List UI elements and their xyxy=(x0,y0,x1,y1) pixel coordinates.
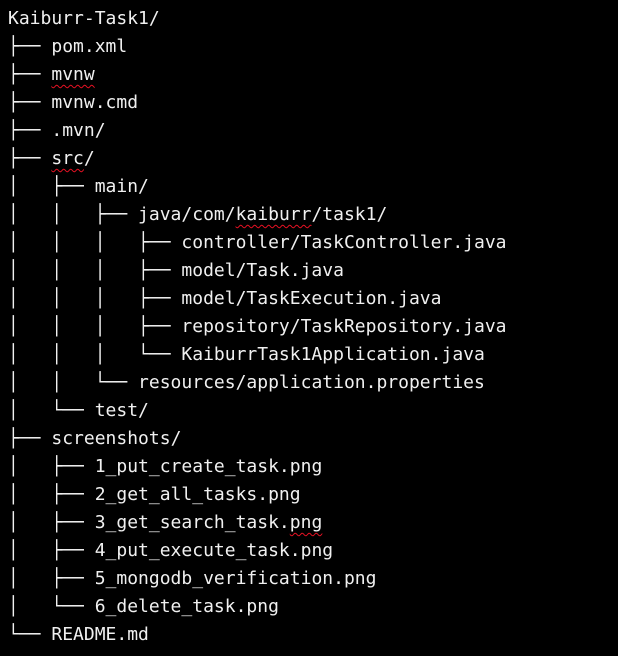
tree-line: │ │ ├── java/com/kaiburr/task1/ xyxy=(8,201,387,229)
tree-line: ├── mvnw.cmd xyxy=(8,89,138,117)
tree-branch-glyphs: │ └── xyxy=(8,400,95,421)
tree-branch-glyphs: ├── xyxy=(8,148,52,169)
tree-branch-glyphs: │ │ │ ├── xyxy=(8,232,182,253)
tree-entry-name: resources/application.properties xyxy=(138,372,485,393)
tree-branch-glyphs: ├── xyxy=(8,428,52,449)
tree-branch-glyphs: │ ├── xyxy=(8,540,95,561)
tree-branch-glyphs: │ │ └── xyxy=(8,372,139,393)
tree-line: ├── mvnw xyxy=(8,61,95,89)
tree-line: │ ├── main/ xyxy=(8,173,149,201)
tree-branch-glyphs: ├── xyxy=(8,36,52,57)
tree-line: │ ├── 1_put_create_task.png xyxy=(8,453,322,481)
tree-branch-glyphs: │ ├── xyxy=(8,512,95,533)
tree-line: │ │ │ ├── model/Task.java xyxy=(8,257,344,285)
tree-branch-glyphs: │ ├── xyxy=(8,456,95,477)
spellcheck-flagged-text: src xyxy=(51,148,84,169)
tree-entry-name: KaiburrTask1Application.java xyxy=(181,344,485,365)
tree-entry-name: 1_put_create_task.png xyxy=(94,456,323,477)
tree-line: │ │ │ ├── model/TaskExecution.java xyxy=(8,285,441,313)
tree-line: ├── pom.xml xyxy=(8,33,127,61)
tree-entry-name: 2_get_all_tasks.png xyxy=(94,484,301,505)
tree-branch-glyphs: │ ├── xyxy=(8,568,95,589)
spellcheck-flagged-text: mvnw xyxy=(51,64,95,85)
tree-line: ├── screenshots/ xyxy=(8,425,181,453)
tree-branch-glyphs: │ ├── xyxy=(8,176,95,197)
tree-branch-glyphs: │ │ │ ├── xyxy=(8,288,182,309)
tree-entry-name: 5_mongodb_verification.png xyxy=(94,568,377,589)
tree-line: │ ├── 4_put_execute_task.png xyxy=(8,537,333,565)
tree-branch-glyphs: │ ├── xyxy=(8,484,95,505)
tree-line: ├── .mvn/ xyxy=(8,117,106,145)
tree-entry-name: controller/TaskController.java xyxy=(181,232,507,253)
tree-branch-glyphs: │ └── xyxy=(8,596,95,617)
tree-line: Kaiburr-Task1/ xyxy=(8,5,160,33)
tree-branch-glyphs: │ │ │ ├── xyxy=(8,260,182,281)
tree-entry-name: /task1/ xyxy=(311,204,388,225)
tree-entry-name: screenshots/ xyxy=(51,428,182,449)
tree-entry-name: pom.xml xyxy=(51,36,128,57)
tree-line: ├── src/ xyxy=(8,145,95,173)
tree-entry-name: java/com/ xyxy=(138,204,236,225)
spellcheck-flagged-text: png xyxy=(289,512,323,533)
tree-entry-name: model/TaskExecution.java xyxy=(181,288,442,309)
tree-line: │ │ │ ├── controller/TaskController.java xyxy=(8,229,507,257)
tree-line: │ │ └── resources/application.properties xyxy=(8,369,485,397)
tree-entry-name: .mvn/ xyxy=(51,120,106,141)
tree-line: │ │ │ └── KaiburrTask1Application.java xyxy=(8,341,485,369)
tree-entry-name: repository/TaskRepository.java xyxy=(181,316,507,337)
tree-branch-glyphs: │ │ │ └── xyxy=(8,344,182,365)
tree-line: │ │ │ ├── repository/TaskRepository.java xyxy=(8,313,507,341)
tree-branch-glyphs: ├── xyxy=(8,92,52,113)
tree-entry-name: 4_put_execute_task.png xyxy=(94,540,334,561)
file-tree: Kaiburr-Task1/├── pom.xml ├── mvnw ├── mvn… xyxy=(0,0,618,656)
tree-entry-name: test/ xyxy=(94,400,149,421)
tree-branch-glyphs: │ │ │ ├── xyxy=(8,316,182,337)
tree-entry-name: mvnw.cmd xyxy=(51,92,139,113)
tree-branch-glyphs: ├── xyxy=(8,64,52,85)
tree-line: │ └── test/ xyxy=(8,397,149,425)
tree-line: └── README.md xyxy=(8,621,149,649)
tree-entry-name: README.md xyxy=(51,624,149,645)
tree-line: │ ├── 5_mongodb_verification.png xyxy=(8,565,376,593)
tree-line: │ ├── 3_get_search_task.png xyxy=(8,509,322,537)
tree-entry-name: main/ xyxy=(94,176,149,197)
tree-entry-name: 3_get_search_task. xyxy=(94,512,290,533)
tree-branch-glyphs: │ │ ├── xyxy=(8,204,139,225)
tree-line: │ ├── 2_get_all_tasks.png xyxy=(8,481,301,509)
tree-line: │ └── 6_delete_task.png xyxy=(8,593,279,621)
spellcheck-flagged-text: kaiburr xyxy=(235,204,312,225)
tree-branch-glyphs: └── xyxy=(8,624,52,645)
tree-entry-name: Kaiburr-Task1/ xyxy=(8,8,160,29)
tree-entry-name: model/Task.java xyxy=(181,260,344,281)
tree-branch-glyphs: ├── xyxy=(8,120,52,141)
tree-entry-name: / xyxy=(83,148,95,169)
tree-entry-name: 6_delete_task.png xyxy=(94,596,279,617)
